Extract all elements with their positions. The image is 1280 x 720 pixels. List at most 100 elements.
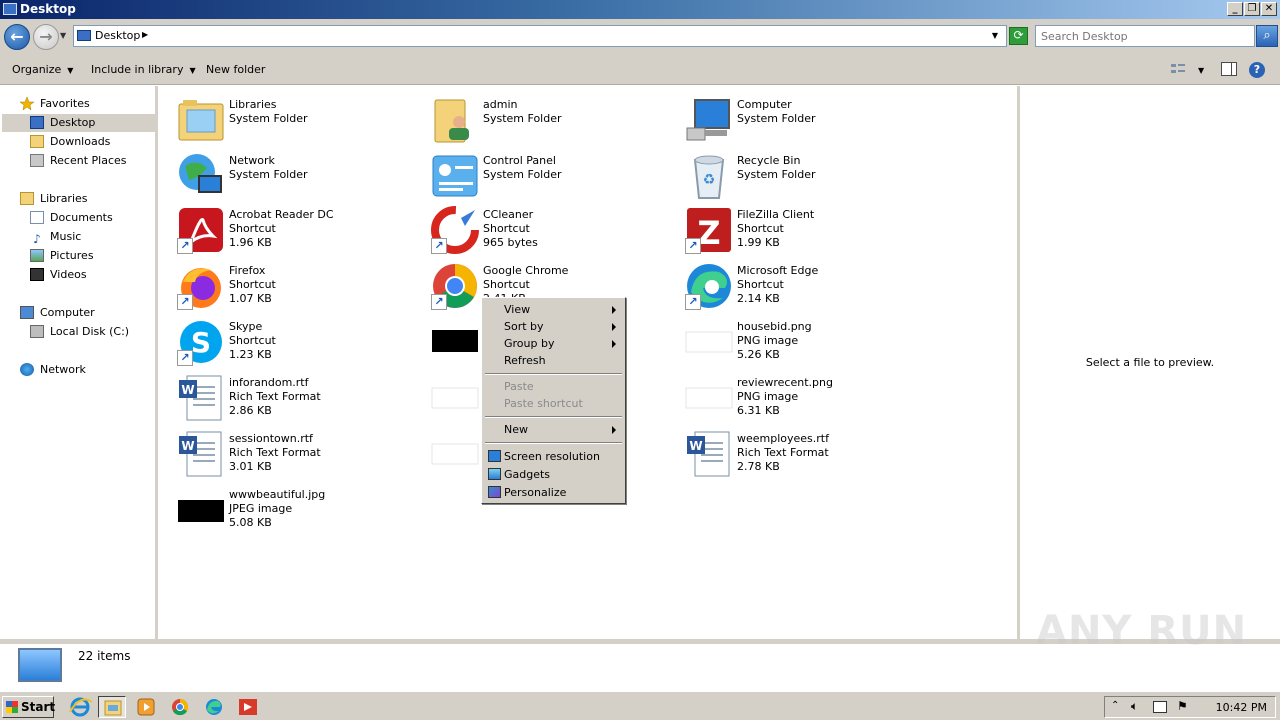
menu-item-new[interactable]: New bbox=[485, 421, 622, 438]
menu-item-screen-resolution-label: Screen resolution bbox=[504, 450, 600, 463]
taskbar-windows-explorer[interactable] bbox=[98, 696, 126, 718]
file-item-firefox[interactable]: ↗ Firefox Shortcut 1.07 KB bbox=[177, 260, 427, 312]
videos-icon bbox=[30, 268, 44, 281]
network-status-icon[interactable] bbox=[1153, 701, 1167, 713]
restore-button[interactable]: ❐ bbox=[1244, 2, 1260, 16]
nav-local-disk[interactable]: Local Disk (C:) bbox=[30, 323, 129, 341]
menu-item-paste[interactable]: Paste bbox=[485, 378, 622, 395]
taskbar-media-player[interactable] bbox=[132, 696, 160, 718]
file-name: Google Chrome bbox=[483, 264, 569, 277]
volume-icon[interactable]: 🔈︎ bbox=[1131, 699, 1138, 714]
file-item-recycle-bin[interactable]: ♻ Recycle Bin System Folder bbox=[685, 150, 935, 202]
file-item-wwwbeautiful[interactable]: wwwbeautiful.jpg JPEG image 5.08 KB bbox=[177, 484, 427, 536]
taskbar-anyrun-tool[interactable] bbox=[234, 696, 262, 718]
search-icon[interactable]: ⌕ bbox=[1256, 25, 1278, 47]
address-location[interactable]: Desktop bbox=[95, 29, 140, 42]
back-button[interactable]: ← bbox=[4, 24, 30, 50]
address-dropdown-icon[interactable]: ▼ bbox=[992, 31, 998, 40]
nav-recent-places[interactable]: Recent Places bbox=[30, 152, 127, 170]
search-box[interactable] bbox=[1035, 25, 1255, 47]
network-icon bbox=[177, 152, 225, 200]
file-item-weemployees[interactable]: W weemployees.rtf Rich Text Format 2.78 KB bbox=[685, 428, 935, 480]
file-type: Shortcut bbox=[229, 222, 276, 235]
taskbar-chrome[interactable] bbox=[166, 696, 194, 718]
file-item-sessiontown[interactable]: W sessiontown.rtf Rich Text Format 3.01 KB bbox=[177, 428, 427, 480]
action-center-flag-icon[interactable]: ⚑ bbox=[1177, 699, 1188, 713]
nav-favorites[interactable]: Favorites bbox=[19, 95, 90, 113]
show-hidden-icons-icon[interactable]: ⌃ bbox=[1111, 700, 1119, 711]
svg-text:W: W bbox=[689, 439, 702, 453]
file-item-acrobat-reader[interactable]: ↗ Acrobat Reader DC Shortcut 1.96 KB bbox=[177, 204, 427, 256]
taskbar-edge[interactable] bbox=[200, 696, 228, 718]
file-item-housebid[interactable]: housebid.png PNG image 5.26 KB bbox=[685, 316, 935, 368]
file-type: JPEG image bbox=[229, 502, 293, 515]
menu-item-view[interactable]: View bbox=[485, 301, 622, 318]
file-item-network[interactable]: Network System Folder bbox=[177, 150, 427, 202]
file-size: 965 bytes bbox=[483, 236, 538, 249]
include-in-library-button[interactable]: Include in library ▼ bbox=[91, 63, 196, 76]
change-view-icon[interactable] bbox=[1170, 62, 1186, 76]
clock[interactable]: 10:42 PM bbox=[1216, 701, 1267, 714]
nav-libraries[interactable]: Libraries bbox=[20, 190, 88, 208]
nav-documents[interactable]: Documents bbox=[30, 209, 113, 227]
preview-pane-icon[interactable] bbox=[1221, 62, 1237, 76]
menu-item-group-by[interactable]: Group by bbox=[485, 335, 622, 352]
nav-music[interactable]: ♪ Music bbox=[30, 228, 81, 246]
recent-pages-dropdown-icon[interactable]: ▼ bbox=[60, 31, 66, 40]
nav-network-label: Network bbox=[40, 363, 86, 376]
search-input[interactable] bbox=[1041, 27, 1251, 45]
file-item-ccleaner[interactable]: ↗ CCleaner Shortcut 965 bytes bbox=[431, 204, 681, 256]
file-item-reviewrecent[interactable]: reviewrecent.png PNG image 6.31 KB bbox=[685, 372, 935, 424]
start-button[interactable]: Start bbox=[2, 696, 55, 718]
taskbar-internet-explorer[interactable] bbox=[66, 696, 94, 718]
breadcrumb-chevron-icon[interactable]: ▶ bbox=[142, 30, 148, 39]
address-bar[interactable]: Desktop ▶ ▼ bbox=[73, 25, 1007, 47]
menu-item-refresh[interactable]: Refresh bbox=[485, 352, 622, 369]
file-type: System Folder bbox=[483, 168, 562, 181]
new-folder-button[interactable]: New folder bbox=[206, 63, 265, 76]
file-type: System Folder bbox=[483, 112, 562, 125]
watermark-logo: ANY RUN bbox=[1036, 608, 1248, 654]
file-item-microsoft-edge[interactable]: ↗ Microsoft Edge Shortcut 2.14 KB bbox=[685, 260, 935, 312]
menu-item-new-label: New bbox=[504, 423, 528, 436]
menu-item-sort-by[interactable]: Sort by bbox=[485, 318, 622, 335]
file-item-computer[interactable]: Computer System Folder bbox=[685, 94, 935, 146]
forward-button[interactable]: → bbox=[33, 24, 59, 50]
nav-downloads[interactable]: Downloads bbox=[30, 133, 110, 151]
nav-desktop-label: Desktop bbox=[50, 116, 96, 129]
nav-desktop[interactable]: Desktop bbox=[2, 114, 156, 132]
file-name: Network bbox=[229, 154, 275, 167]
menu-separator bbox=[485, 416, 622, 418]
menu-item-personalize[interactable]: Personalize bbox=[485, 484, 622, 501]
menu-item-screen-resolution[interactable]: Screen resolution bbox=[485, 448, 622, 465]
file-name: Recycle Bin bbox=[737, 154, 801, 167]
chevron-down-icon: ▼ bbox=[189, 66, 196, 75]
file-name: Libraries bbox=[229, 98, 277, 111]
nav-computer[interactable]: Computer bbox=[20, 304, 95, 322]
file-item-skype[interactable]: S ↗ Skype Shortcut 1.23 KB bbox=[177, 316, 427, 368]
file-type: Shortcut bbox=[737, 278, 784, 291]
file-item-admin[interactable]: admin System Folder bbox=[431, 94, 681, 146]
nav-network[interactable]: Network bbox=[20, 361, 86, 379]
view-options-dropdown-icon[interactable]: ▼ bbox=[1198, 66, 1204, 75]
file-item-filezilla[interactable]: Z ↗ FileZilla Client Shortcut 1.99 KB bbox=[685, 204, 935, 256]
file-item-control-panel[interactable]: Control Panel System Folder bbox=[431, 150, 681, 202]
context-menu: View Sort by Group by Refresh Paste Past… bbox=[481, 297, 626, 504]
red-app-icon bbox=[239, 699, 257, 715]
nav-videos[interactable]: Videos bbox=[30, 266, 87, 284]
refresh-button[interactable]: ⟳ bbox=[1009, 27, 1028, 45]
file-name: Microsoft Edge bbox=[737, 264, 819, 277]
menu-item-gadgets[interactable]: Gadgets bbox=[485, 466, 622, 483]
menu-separator bbox=[485, 442, 622, 444]
nav-pictures[interactable]: Pictures bbox=[30, 247, 94, 265]
minimize-button[interactable]: _ bbox=[1227, 2, 1243, 16]
file-item-libraries[interactable]: Libraries System Folder bbox=[177, 94, 427, 146]
close-button[interactable]: ✕ bbox=[1261, 2, 1277, 16]
svg-text:♻: ♻ bbox=[703, 172, 716, 188]
help-icon[interactable]: ? bbox=[1249, 62, 1265, 78]
file-item-inforandom[interactable]: W inforandom.rtf Rich Text Format 2.86 KB bbox=[177, 372, 427, 424]
folder-window-icon bbox=[3, 3, 17, 15]
submenu-arrow-icon bbox=[612, 426, 616, 434]
menu-item-paste-shortcut[interactable]: Paste shortcut bbox=[485, 395, 622, 412]
organize-button[interactable]: Organize ▼ bbox=[12, 63, 73, 76]
